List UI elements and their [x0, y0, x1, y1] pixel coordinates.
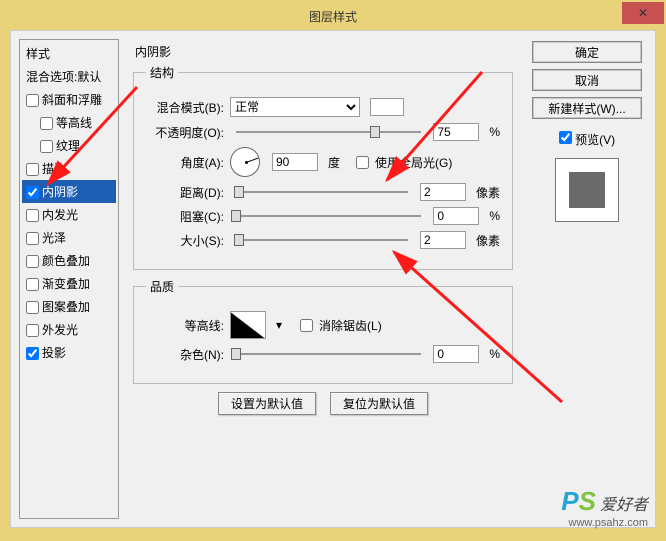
color-overlay-check[interactable] [26, 255, 39, 268]
texture-item[interactable]: 纹理 [22, 134, 116, 157]
inner-shadow-item[interactable]: 内阴影 [22, 180, 116, 203]
outer-glow-item[interactable]: 外发光 [22, 318, 116, 341]
action-panel: 确定 取消 新建样式(W)... 预览(V) [527, 39, 647, 519]
texture-check[interactable] [40, 140, 53, 153]
ok-button[interactable]: 确定 [532, 41, 642, 63]
window-title: 图层样式 [309, 8, 357, 25]
opacity-unit: % [489, 125, 500, 139]
inner-glow-check[interactable] [26, 209, 39, 222]
choke-slider[interactable] [236, 209, 421, 223]
bevel-item[interactable]: 斜面和浮雕 [22, 88, 116, 111]
global-light-check[interactable] [356, 156, 369, 169]
gradient-overlay-item[interactable]: 渐变叠加 [22, 272, 116, 295]
blend-mode-select[interactable]: 正常 [230, 97, 360, 117]
size-unit: 像素 [476, 232, 500, 249]
size-label: 大小(S): [146, 232, 224, 249]
opacity-label: 不透明度(O): [146, 124, 224, 141]
angle-unit: 度 [328, 154, 340, 171]
panel-heading: 内阴影 [135, 43, 513, 60]
distance-input[interactable] [420, 183, 466, 201]
stroke-item[interactable]: 描边 [22, 157, 116, 180]
antialias-label: 消除锯齿(L) [319, 317, 382, 334]
drop-shadow-item[interactable]: 投影 [22, 341, 116, 364]
close-button[interactable]: ✕ [622, 2, 664, 24]
global-light-label: 使用全局光(G) [375, 154, 452, 171]
gradient-overlay-check[interactable] [26, 278, 39, 291]
angle-input[interactable] [272, 153, 318, 171]
preview-check[interactable] [559, 131, 572, 144]
bevel-check[interactable] [26, 94, 39, 107]
inner-glow-item[interactable]: 内发光 [22, 203, 116, 226]
contour-item[interactable]: 等高线 [22, 111, 116, 134]
preview-swatch [555, 158, 619, 222]
pattern-overlay-item[interactable]: 图案叠加 [22, 295, 116, 318]
structure-legend: 结构 [146, 64, 178, 81]
contour-label: 等高线: [146, 317, 224, 334]
noise-label: 杂色(N): [146, 346, 224, 363]
set-default-button[interactable]: 设置为默认值 [218, 392, 316, 415]
angle-dial[interactable] [230, 147, 260, 177]
noise-slider[interactable] [236, 347, 421, 361]
noise-unit: % [489, 347, 500, 361]
new-style-button[interactable]: 新建样式(W)... [532, 97, 642, 119]
distance-label: 距离(D): [146, 184, 224, 201]
color-overlay-item[interactable]: 颜色叠加 [22, 249, 116, 272]
choke-input[interactable] [433, 207, 479, 225]
titlebar: 图层样式 ✕ [2, 2, 664, 30]
distance-slider[interactable] [236, 185, 408, 199]
blend-mode-label: 混合模式(B): [146, 99, 224, 116]
list-header[interactable]: 样式 [22, 42, 116, 65]
contour-picker[interactable] [230, 311, 266, 339]
cancel-button[interactable]: 取消 [532, 69, 642, 91]
preview-label: 预览(V) [575, 133, 615, 147]
opacity-input[interactable] [433, 123, 479, 141]
drop-shadow-check[interactable] [26, 347, 39, 360]
choke-unit: % [489, 209, 500, 223]
choke-label: 阻塞(C): [146, 208, 224, 225]
structure-group: 结构 混合模式(B): 正常 不透明度(O): % 角度(A): 度 使用全局光… [133, 64, 513, 270]
size-slider[interactable] [236, 233, 408, 247]
distance-unit: 像素 [476, 184, 500, 201]
stroke-check[interactable] [26, 163, 39, 176]
settings-panel: 内阴影 结构 混合模式(B): 正常 不透明度(O): % 角度(A): 度 使 [125, 39, 521, 519]
quality-group: 品质 等高线: ▾ 消除锯齿(L) 杂色(N): % [133, 278, 513, 384]
reset-default-button[interactable]: 复位为默认值 [330, 392, 428, 415]
inner-shadow-check[interactable] [26, 186, 39, 199]
pattern-overlay-check[interactable] [26, 301, 39, 314]
dialog-body: 样式 混合选项:默认 斜面和浮雕 等高线 纹理 描边 内阴影 内发光 光泽 颜色… [10, 30, 656, 528]
size-input[interactable] [420, 231, 466, 249]
styles-list: 样式 混合选项:默认 斜面和浮雕 等高线 纹理 描边 内阴影 内发光 光泽 颜色… [19, 39, 119, 519]
antialias-check[interactable] [300, 319, 313, 332]
watermark: PS爱好者 www.psahz.com [561, 486, 648, 529]
quality-legend: 品质 [146, 278, 178, 295]
contour-check[interactable] [40, 117, 53, 130]
satin-check[interactable] [26, 232, 39, 245]
close-icon: ✕ [638, 6, 648, 20]
angle-label: 角度(A): [146, 154, 224, 171]
satin-item[interactable]: 光泽 [22, 226, 116, 249]
outer-glow-check[interactable] [26, 324, 39, 337]
blend-options-item[interactable]: 混合选项:默认 [22, 65, 116, 88]
shadow-color-swatch[interactable] [370, 98, 404, 116]
noise-input[interactable] [433, 345, 479, 363]
opacity-slider[interactable] [236, 125, 421, 139]
